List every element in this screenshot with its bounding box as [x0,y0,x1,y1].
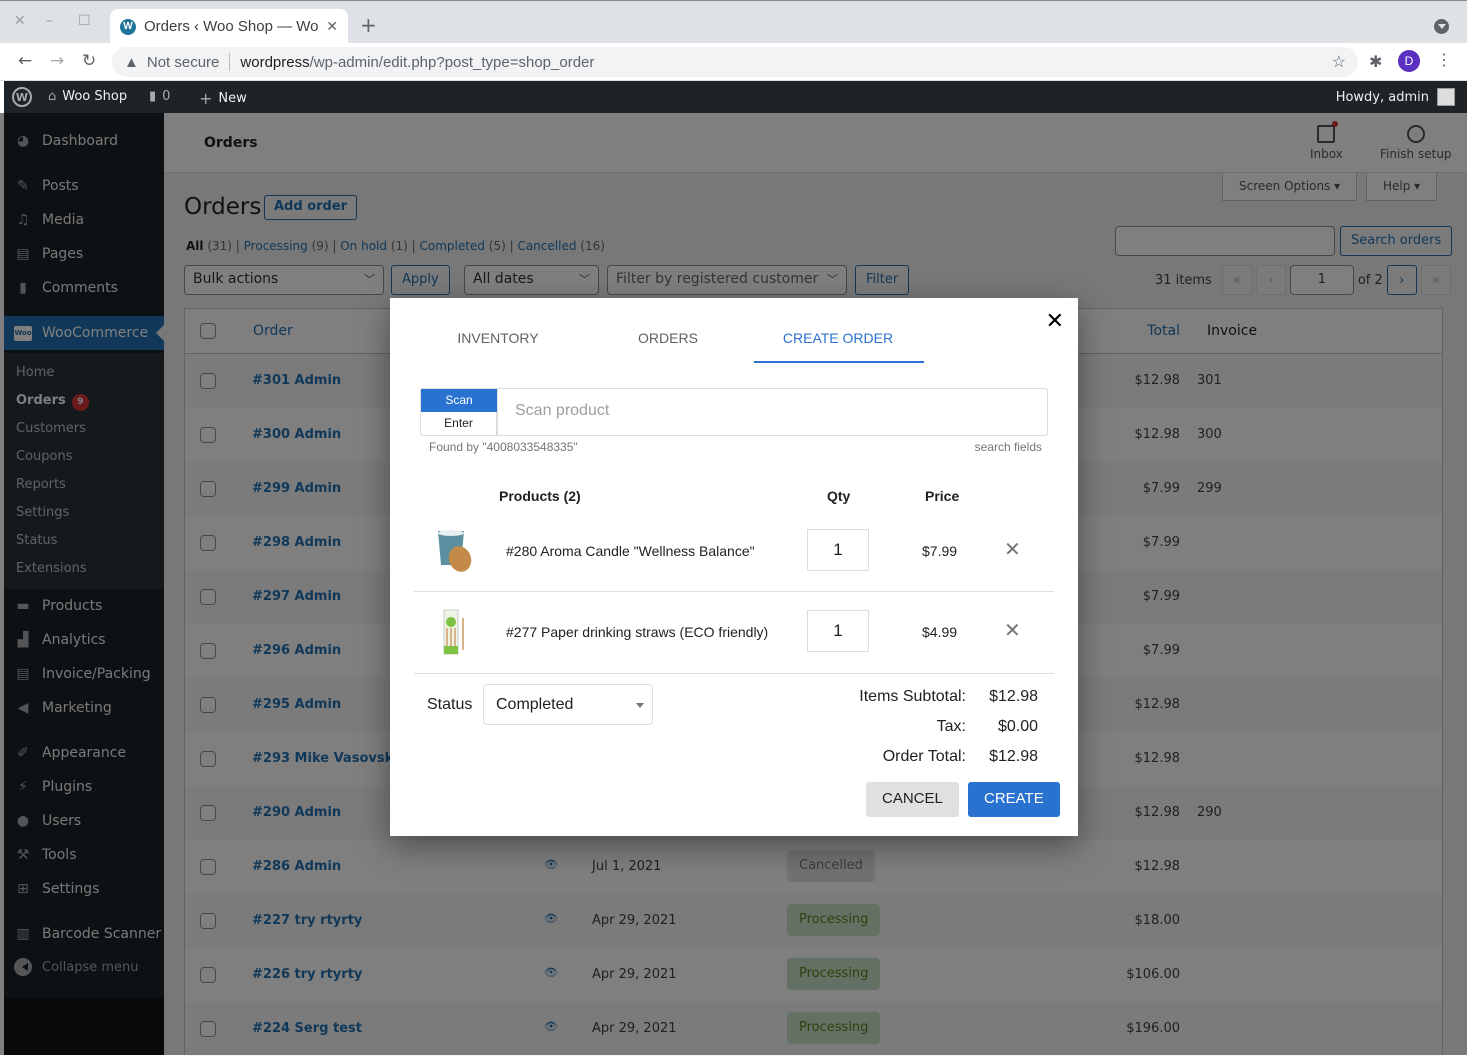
maximize-window-icon[interactable]: ☐ [78,13,91,29]
order-status-select[interactable]: Completed [483,684,653,725]
enter-mode-button[interactable]: Enter [421,412,497,435]
tab-orders[interactable]: ORDERS [583,330,753,346]
found-by-text: Found by "4008033548335" [429,440,578,454]
qty-column-header: Qty [827,488,851,504]
reload-icon[interactable]: ↻ [82,51,96,71]
new-content-link[interactable]: + New [199,89,247,108]
product-name: #280 Aroma Candle "Wellness Balance" [506,543,755,559]
qty-input[interactable]: 1 [807,529,869,571]
scan-product-input[interactable]: Scan product [515,402,609,420]
new-label: New [218,91,247,106]
url-path: /wp-admin/edit.php?post_type=shop_order [309,53,595,71]
comments-link[interactable]: ▮ 0 [149,89,170,104]
straws-product-image [443,609,464,655]
warning-icon: ▲ [124,53,139,71]
search-fields-link[interactable]: search fields [975,440,1042,454]
wp-admin-bar: W ⌂ Woo Shop ▮ 0 + New Howdy, admin [4,81,1467,113]
howdy-text: Howdy, admin [1335,89,1429,105]
subtotal-label: Items Subtotal: [859,688,966,705]
address-bar: ← → ↻ ▲ Not secure wordpress/wp-admin/ed… [0,43,1467,81]
product-price: $4.99 [922,624,958,640]
close-modal-icon[interactable]: ✕ [1046,308,1064,334]
qty-input[interactable]: 1 [807,610,869,652]
divider [229,53,231,71]
close-window-icon[interactable]: ✕ [14,13,26,29]
minimize-window-icon[interactable]: – [46,13,53,29]
wordpress-logo-icon: W [12,87,32,107]
subtotal-value: $12.98 [989,688,1038,705]
bookmark-star-icon[interactable]: ☆ [1332,52,1346,72]
price-column-header: Price [925,488,960,504]
back-icon[interactable]: ← [18,51,32,71]
site-name: Woo Shop [62,89,128,104]
product-row: #280 Aroma Candle "Wellness Balance" 1 $… [414,511,1054,592]
profile-avatar[interactable]: D [1398,50,1420,72]
scan-input-group: Scan Enter Scan product [420,388,1048,436]
order-total-value: $12.98 [989,748,1038,765]
security-label[interactable]: Not secure [147,54,220,71]
url-host: wordpress [240,53,310,71]
comment-bubble-icon: ▮ [149,89,157,104]
divider [497,389,498,435]
tab-search-icon[interactable] [1434,19,1449,34]
tab-inventory[interactable]: INVENTORY [413,330,583,346]
product-row: #277 Paper drinking straws (ECO friendly… [414,592,1054,673]
product-name: #277 Paper drinking straws (ECO friendly… [506,624,769,640]
browser-menu-icon[interactable]: ⋮ [1436,50,1452,69]
account-menu[interactable]: Howdy, admin [1336,88,1455,106]
forward-icon[interactable]: → [50,51,64,71]
divider [414,673,1054,674]
cancel-button[interactable]: CANCEL [866,782,959,817]
tab-title: Orders ‹ Woo Shop — WordPress [144,18,319,35]
url-input[interactable]: ▲ Not secure wordpress/wp-admin/edit.php… [112,47,1358,77]
wp-logo-menu[interactable]: W [12,87,32,107]
product-price: $7.99 [922,543,958,559]
products-column-header: Products (2) [499,488,581,504]
create-order-button[interactable]: CREATE [968,782,1060,817]
remove-product-icon[interactable]: ✕ [1004,618,1021,643]
caret-down-icon [636,703,644,712]
comments-count: 0 [162,89,171,104]
home-icon: ⌂ [48,89,57,104]
order-total-label: Order Total: [882,748,966,765]
barcode-scanner-modal: ✕ INVENTORY ORDERS CREATE ORDER Scan Ent… [390,298,1078,836]
tab-create-order[interactable]: CREATE ORDER [753,330,923,346]
user-avatar [1437,88,1455,106]
status-label: Status [427,696,473,713]
site-name-link[interactable]: ⌂ Woo Shop [48,89,127,104]
tax-value: $0.00 [997,718,1038,735]
close-tab-icon[interactable]: ✕ [326,18,338,35]
wordpress-favicon-icon: W [120,18,136,35]
candle-product-image [438,530,472,572]
plus-icon: + [199,89,213,108]
remove-product-icon[interactable]: ✕ [1004,537,1021,562]
browser-tab[interactable]: W Orders ‹ Woo Shop — WordPress ✕ [110,9,348,44]
tax-label: Tax: [936,718,966,735]
extensions-puzzle-icon[interactable]: ✱ [1369,52,1382,71]
status-value: Completed [496,696,574,713]
active-tab-indicator [754,361,924,363]
scan-mode-button[interactable]: Scan [421,389,497,412]
browser-tabstrip: ✕ – ☐ W Orders ‹ Woo Shop — WordPress ✕ … [0,0,1467,44]
new-tab-icon[interactable]: + [360,13,377,37]
